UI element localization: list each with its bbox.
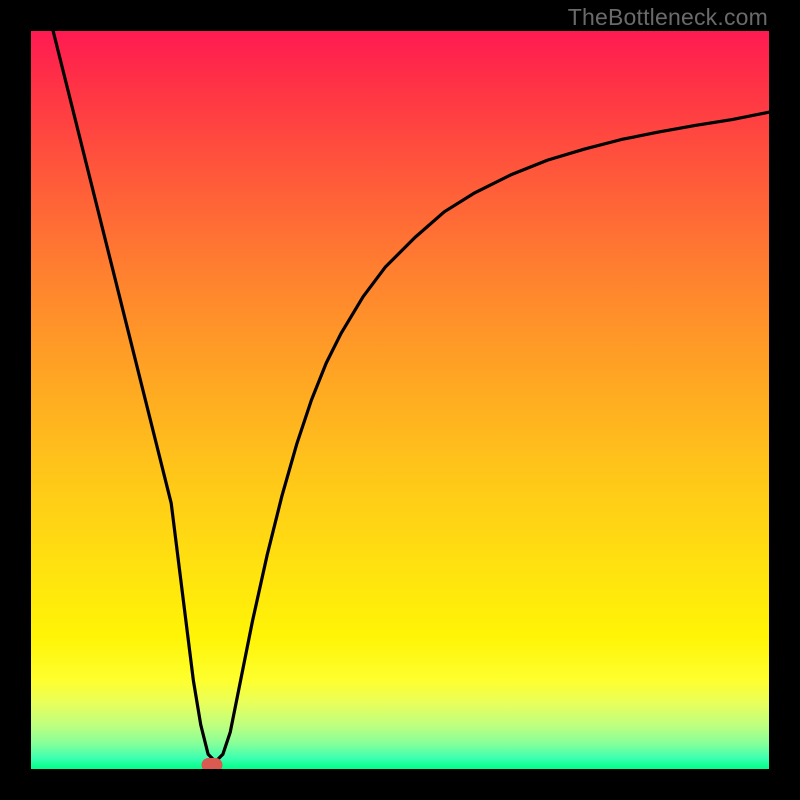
plot-area	[31, 31, 769, 769]
minimum-marker	[201, 758, 222, 769]
bottleneck-curve	[31, 31, 769, 769]
chart-frame: TheBottleneck.com	[0, 0, 800, 800]
watermark-text: TheBottleneck.com	[568, 4, 768, 31]
